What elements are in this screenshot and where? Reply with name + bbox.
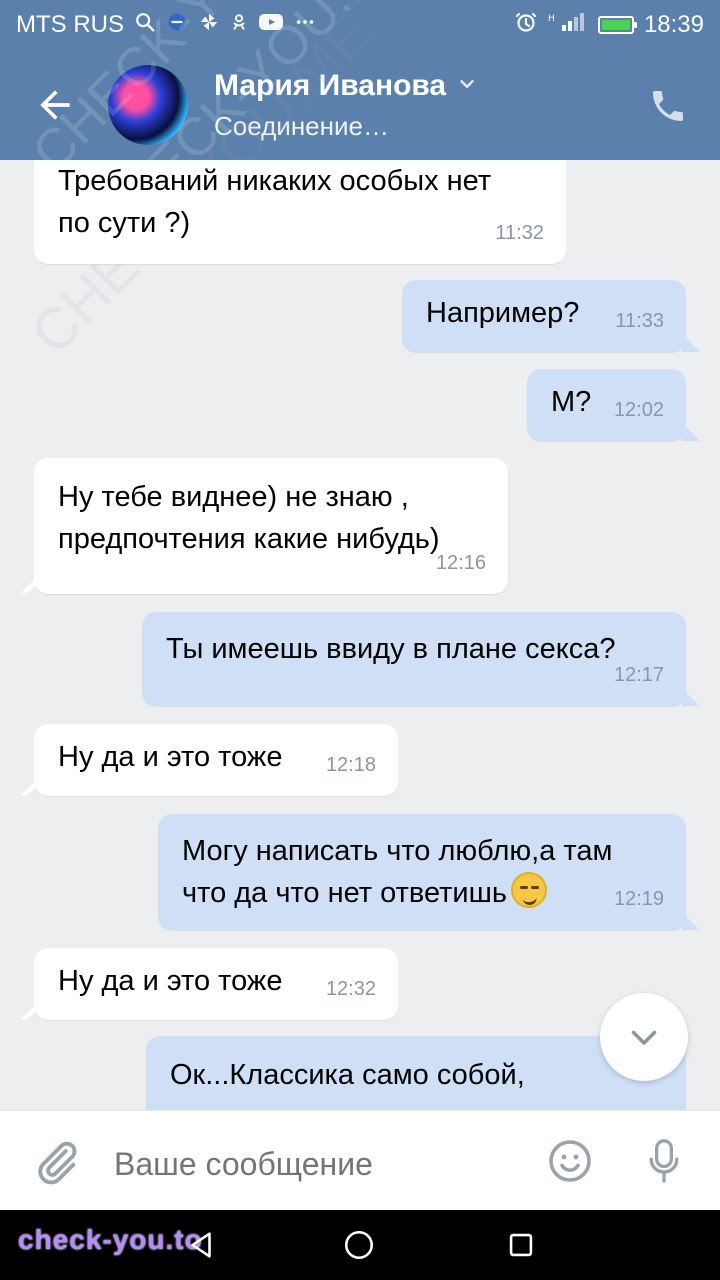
message-text-line: Могу написать что люблю,а там bbox=[182, 835, 613, 867]
attach-button[interactable] bbox=[30, 1137, 82, 1189]
status-right: H 18:39 bbox=[514, 10, 704, 40]
voice-message-button[interactable] bbox=[642, 1135, 686, 1187]
emoji-button[interactable] bbox=[546, 1137, 594, 1185]
smile-icon bbox=[549, 1140, 591, 1182]
message-text-line: Требований никаких особых нет bbox=[58, 165, 492, 197]
message-text-line: М? bbox=[551, 386, 592, 418]
nav-home-button[interactable] bbox=[342, 1228, 376, 1262]
message-text-line: что да что нет ответишь bbox=[182, 877, 508, 909]
circle-home-icon bbox=[344, 1230, 374, 1260]
message-time: 12:19 bbox=[613, 888, 664, 910]
message-list[interactable]: Требований никаких особых нет по сути ?)… bbox=[0, 160, 720, 1110]
message-text-line: предпочтения какие нибудь) bbox=[58, 523, 440, 555]
smirk-emoji-icon bbox=[511, 872, 548, 908]
battery-icon bbox=[597, 16, 637, 34]
chevron-down-icon bbox=[631, 1030, 657, 1045]
message-text-line: Ну да и это тоже bbox=[58, 965, 283, 997]
message-text-row: что да что нет ответишь bbox=[182, 872, 662, 914]
phone-icon bbox=[653, 91, 683, 121]
message-text-line: Ну тебе виднее) не знаю , bbox=[58, 481, 409, 513]
alarm-icon bbox=[514, 10, 538, 40]
call-button[interactable] bbox=[646, 84, 690, 128]
triangle-back-icon bbox=[191, 1232, 211, 1258]
message-text-line: Ты имеешь ввиду в плане секса? bbox=[166, 633, 616, 665]
message-time: 12:18 bbox=[325, 754, 376, 776]
message-time: 12:02 bbox=[613, 399, 664, 421]
message-text-line: Например? bbox=[426, 297, 580, 329]
message-text-line: по сути ?) bbox=[58, 207, 191, 239]
message-time: 12:16 bbox=[435, 552, 486, 574]
message-input[interactable] bbox=[114, 1141, 534, 1187]
incoming-message[interactable]: Требований никаких особых нет по сути ?)… bbox=[34, 160, 566, 264]
incoming-message[interactable]: Ну тебе виднее) не знаю , предпочтения к… bbox=[34, 458, 508, 594]
incoming-message[interactable]: Ну да и это тоже 12:32 bbox=[34, 948, 398, 1020]
odnoklassniki-icon bbox=[230, 11, 248, 39]
nav-back-button[interactable] bbox=[184, 1228, 218, 1262]
outgoing-message[interactable]: Например? 11:33 bbox=[402, 280, 686, 352]
carrier-label: MTS RUS bbox=[16, 11, 124, 38]
outgoing-message[interactable]: М? 12:02 bbox=[527, 369, 686, 441]
system-navigation-bar: check-you.to bbox=[0, 1210, 720, 1280]
paperclip-icon bbox=[38, 1141, 77, 1185]
message-time: 11:32 bbox=[495, 222, 544, 244]
message-composer bbox=[0, 1110, 720, 1211]
square-recent-icon bbox=[509, 1233, 533, 1257]
message-time: 11:33 bbox=[615, 310, 664, 332]
message-time: 12:17 bbox=[613, 664, 664, 686]
signal-icon: H bbox=[548, 11, 588, 39]
watermark-bottom: check-you.to bbox=[18, 1224, 203, 1255]
message-time: 12:32 bbox=[325, 978, 376, 1000]
status-time: 18:39 bbox=[643, 11, 704, 38]
outgoing-message[interactable]: Могу написать что люблю,а там что да что… bbox=[158, 814, 686, 930]
incoming-message[interactable]: Ну да и это тоже 12:18 bbox=[34, 724, 398, 796]
message-text-line: Ну да и это тоже bbox=[58, 741, 283, 773]
chevron-down-icon bbox=[456, 69, 478, 103]
svg-text:H: H bbox=[548, 14, 555, 24]
nav-recent-apps-button[interactable] bbox=[504, 1228, 538, 1262]
scroll-to-bottom-button[interactable] bbox=[600, 993, 688, 1081]
microphone-icon bbox=[649, 1139, 679, 1183]
message-text-line: Ок...Классика само собой, bbox=[170, 1059, 525, 1091]
outgoing-message[interactable]: Ты имеешь ввиду в плане секса? 12:17 bbox=[142, 612, 686, 706]
